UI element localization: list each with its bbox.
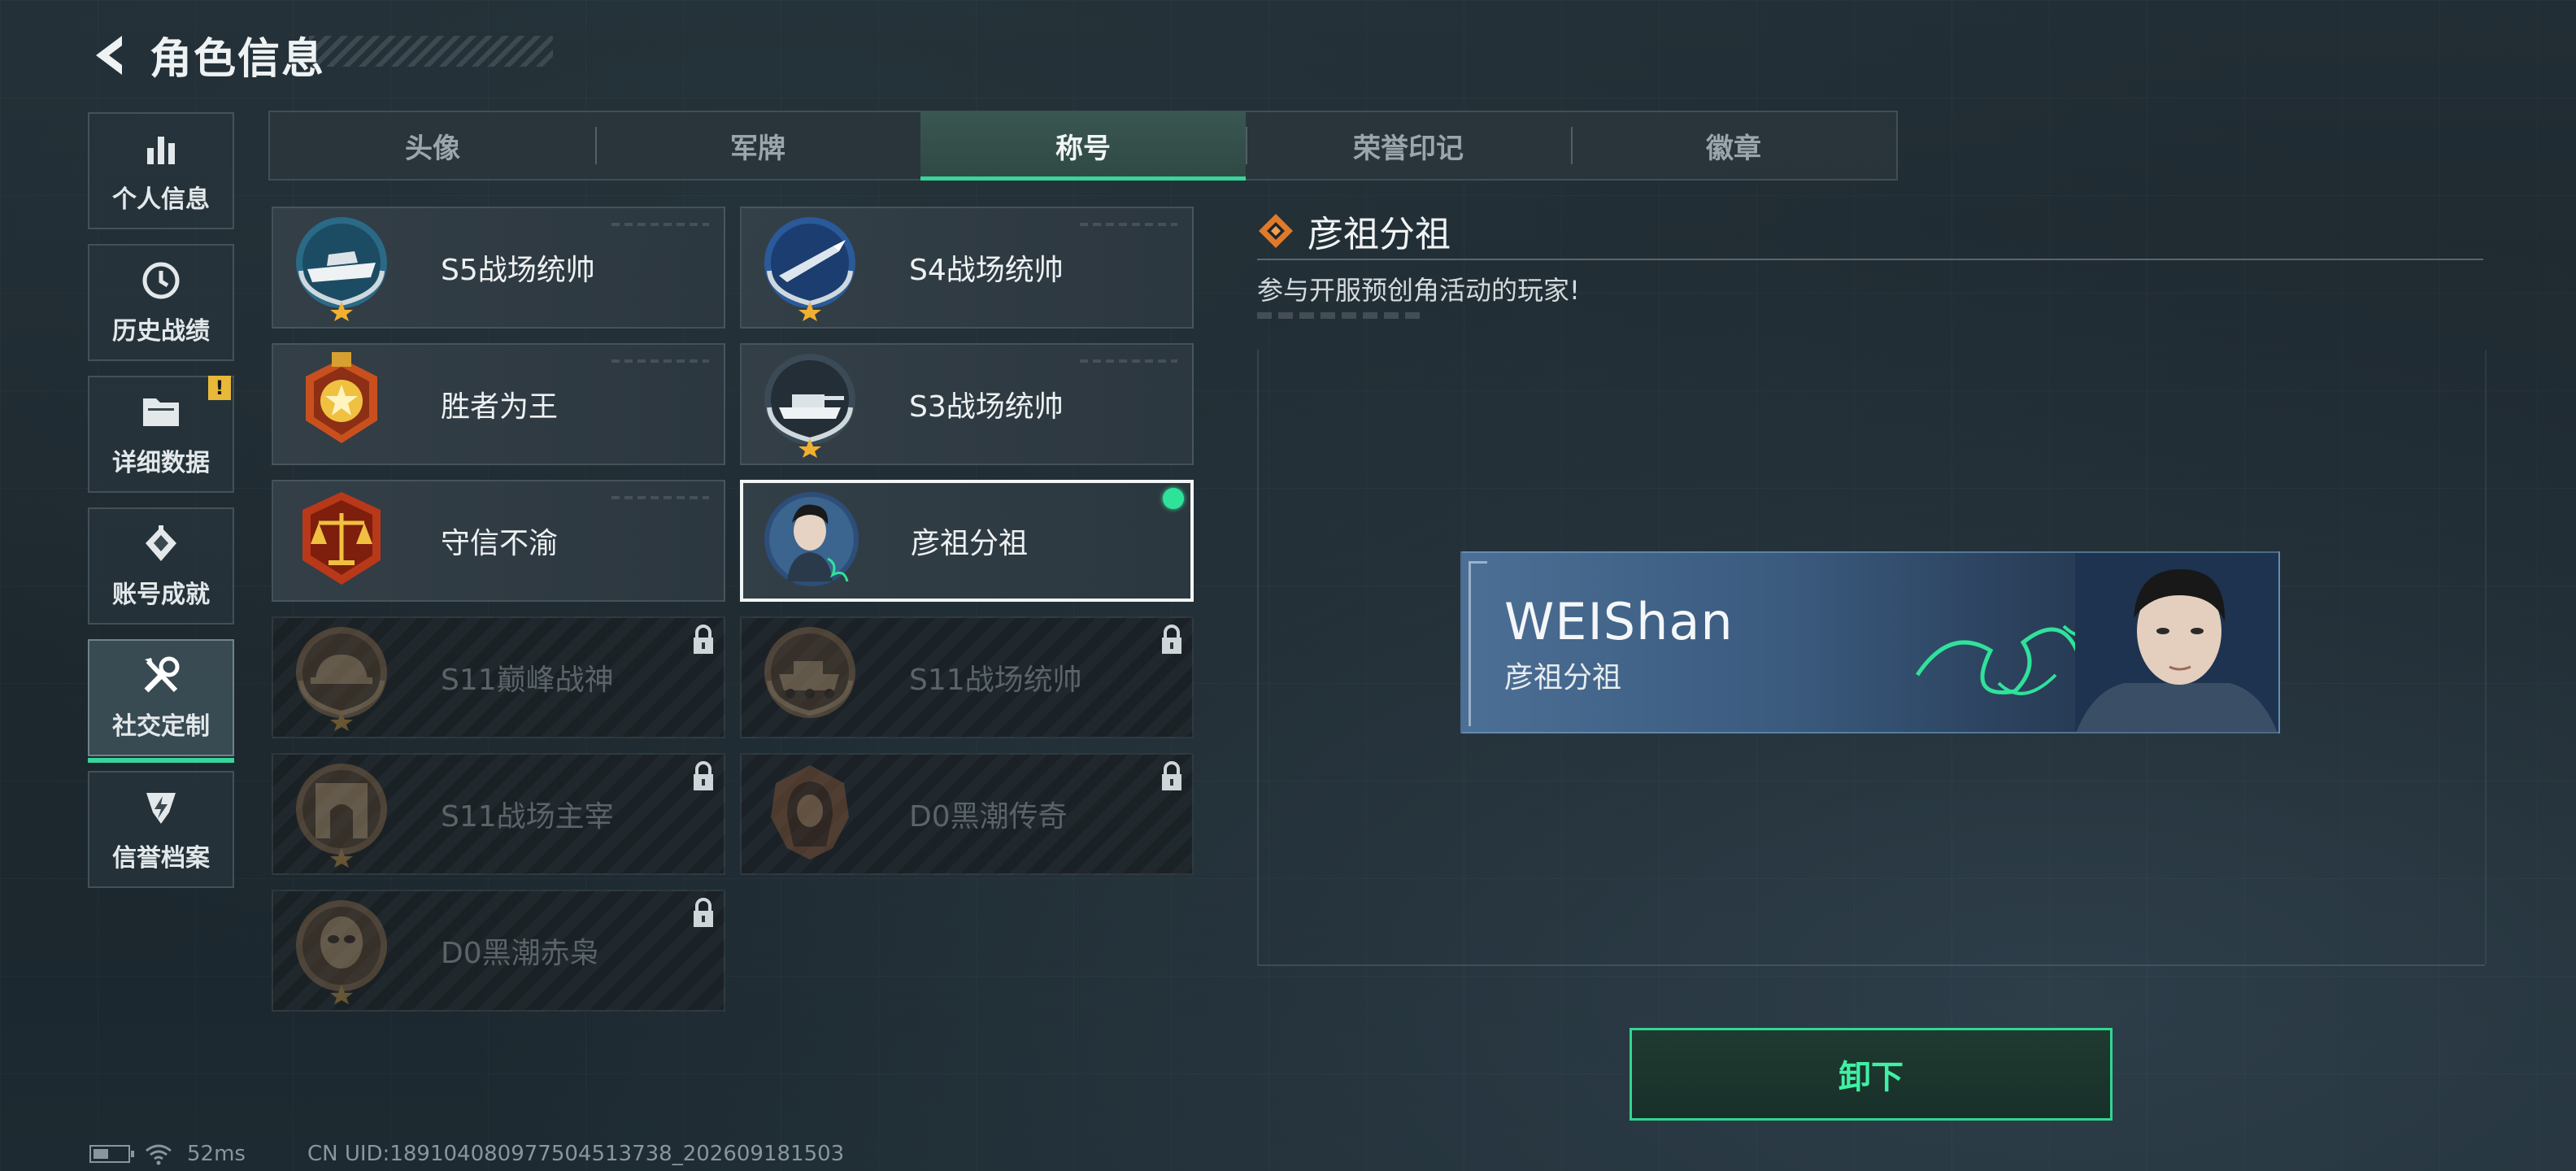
ping-value: 52ms: [187, 1142, 246, 1166]
achievement-icon: [139, 522, 183, 566]
title-card-locked[interactable]: D0黑潮赤枭: [272, 890, 725, 1012]
tab-honor-mark[interactable]: 荣誉印记: [1246, 112, 1571, 179]
back-button[interactable]: [88, 31, 133, 80]
title-card-locked[interactable]: D0黑潮传奇: [740, 753, 1194, 875]
detail-title: 彦祖分祖: [1308, 214, 1451, 255]
tab-badge[interactable]: 徽章: [1571, 112, 1896, 179]
tab-dog-tag[interactable]: 军牌: [595, 112, 920, 179]
sidebar-item-credit-record[interactable]: 信誉档案: [88, 771, 234, 888]
nameplate-title: 彦祖分祖: [1504, 661, 1622, 694]
title-card-locked[interactable]: S11战场主宰: [272, 753, 725, 875]
card-decoration: [611, 359, 709, 363]
sidebar-item-label: 社交定制: [112, 712, 210, 741]
description-decoration: [1257, 312, 1420, 319]
armored-vehicle-medal-icon: [753, 620, 867, 734]
card-title: S5战场统帅: [441, 254, 595, 287]
detail-description: 参与开服预创角活动的玩家!: [1257, 275, 1580, 306]
title-card[interactable]: 胜者为王: [272, 343, 725, 465]
tools-icon: [139, 654, 183, 698]
sidebar-item-history[interactable]: 历史战绩: [88, 244, 234, 361]
lock-icon: [694, 625, 713, 654]
card-title: S11战场主宰: [441, 800, 614, 834]
warning-badge: !: [208, 376, 231, 400]
card-title: D0黑潮赤枭: [441, 937, 599, 970]
sidebar-item-label: 账号成就: [112, 581, 210, 609]
sidebar-item-detailed-data[interactable]: ! 详细数据: [88, 376, 234, 493]
sidebar-item-label: 信誉档案: [112, 844, 210, 873]
card-title: S3战场统帅: [909, 390, 1064, 424]
bar-chart-icon: [139, 127, 183, 171]
unequip-button[interactable]: 卸下: [1630, 1028, 2113, 1121]
history-clock-icon: [139, 259, 183, 303]
equipped-indicator: [1163, 488, 1184, 509]
title-card-grid: S5战场统帅 S4战场统帅 胜者为王 S3战场统帅 守信不渝 彦祖分祖 S11巅…: [272, 207, 1194, 1012]
title-card-selected[interactable]: 彦祖分祖: [740, 480, 1194, 602]
portrait-medal-icon: [755, 484, 868, 598]
back-arrow-icon: [96, 35, 122, 75]
user-uid: CN UID:1891040809775045137​38_2026091815…: [307, 1142, 845, 1166]
sidebar-item-label: 历史战绩: [112, 317, 210, 346]
sidebar-item-personal-info[interactable]: 个人信息: [88, 112, 234, 229]
detail-header: 彦祖分祖: [1257, 205, 1451, 257]
nameplate-bracket: [1469, 561, 1487, 726]
category-tabs: 头像 军牌 称号 荣誉印记 徽章: [268, 111, 1898, 181]
card-title: 守信不渝: [441, 527, 559, 560]
page-header: 角色信息: [88, 24, 325, 85]
title-card-locked[interactable]: S11巅峰战神: [272, 616, 725, 738]
card-title: 彦祖分祖: [911, 527, 1029, 560]
lock-icon: [694, 761, 713, 790]
sidebar-item-label: 详细数据: [112, 449, 210, 477]
nameplate-preview: WEIShan 彦祖分祖: [1460, 551, 2280, 734]
arch-medal-icon: [285, 757, 398, 871]
card-decoration: [1080, 359, 1177, 363]
sidebar-item-label: 个人信息: [112, 185, 210, 214]
card-title: S11战场统帅: [909, 664, 1082, 697]
header-decoration: [309, 36, 553, 67]
wifi-icon: [146, 1144, 172, 1165]
helmet-medal-icon: [285, 620, 398, 734]
boat-medal-icon: [285, 211, 398, 324]
title-card-locked[interactable]: S11战场统帅: [740, 616, 1194, 738]
card-title: S4战场统帅: [909, 254, 1064, 287]
tab-title[interactable]: 称号: [920, 112, 1246, 181]
hooded-figure-medal-icon: [753, 757, 867, 871]
shield-lightning-icon: [139, 786, 183, 829]
card-decoration: [611, 223, 709, 226]
title-card[interactable]: S5战场统帅: [272, 207, 725, 329]
missile-medal-icon: [753, 211, 867, 324]
portrait-image: [2075, 553, 2278, 732]
tank-medal-icon: [753, 347, 867, 461]
title-card[interactable]: S4战场统帅: [740, 207, 1194, 329]
masked-figure-medal-icon: [285, 894, 398, 1008]
sidebar-item-social-custom[interactable]: 社交定制: [88, 639, 234, 763]
page-title: 角色信息: [150, 35, 326, 84]
card-title: 胜者为王: [441, 390, 559, 424]
gold-star-medal-icon: [285, 347, 398, 461]
card-decoration: [611, 496, 709, 499]
lock-icon: [694, 898, 713, 927]
detail-divider: [1257, 259, 2483, 260]
scales-medal-icon: [285, 484, 398, 598]
card-decoration: [1080, 223, 1177, 226]
diamond-title-icon: [1259, 214, 1293, 248]
lock-icon: [1162, 761, 1181, 790]
tab-avatar[interactable]: 头像: [270, 112, 595, 179]
title-card[interactable]: S3战场统帅: [740, 343, 1194, 465]
nameplate-player-name: WEIShan: [1504, 592, 1734, 651]
screen: 角色信息 个人信息 历史战绩 ! 详细数据 账号成就 社交定制 信誉档案 头像 …: [0, 0, 2576, 1171]
status-bar: 52ms CN UID:1891040809775045137​38_20260…: [89, 1142, 844, 1166]
title-card[interactable]: 守信不渝: [272, 480, 725, 602]
battery-icon: [89, 1145, 134, 1163]
card-title: S11巅峰战神: [441, 664, 614, 697]
folder-icon: [139, 390, 183, 434]
sidebar: 个人信息 历史战绩 ! 详细数据 账号成就 社交定制 信誉档案: [88, 112, 234, 888]
sidebar-item-achievements[interactable]: 账号成就: [88, 507, 234, 625]
lock-icon: [1162, 625, 1181, 654]
card-title: D0黑潮传奇: [909, 800, 1068, 834]
